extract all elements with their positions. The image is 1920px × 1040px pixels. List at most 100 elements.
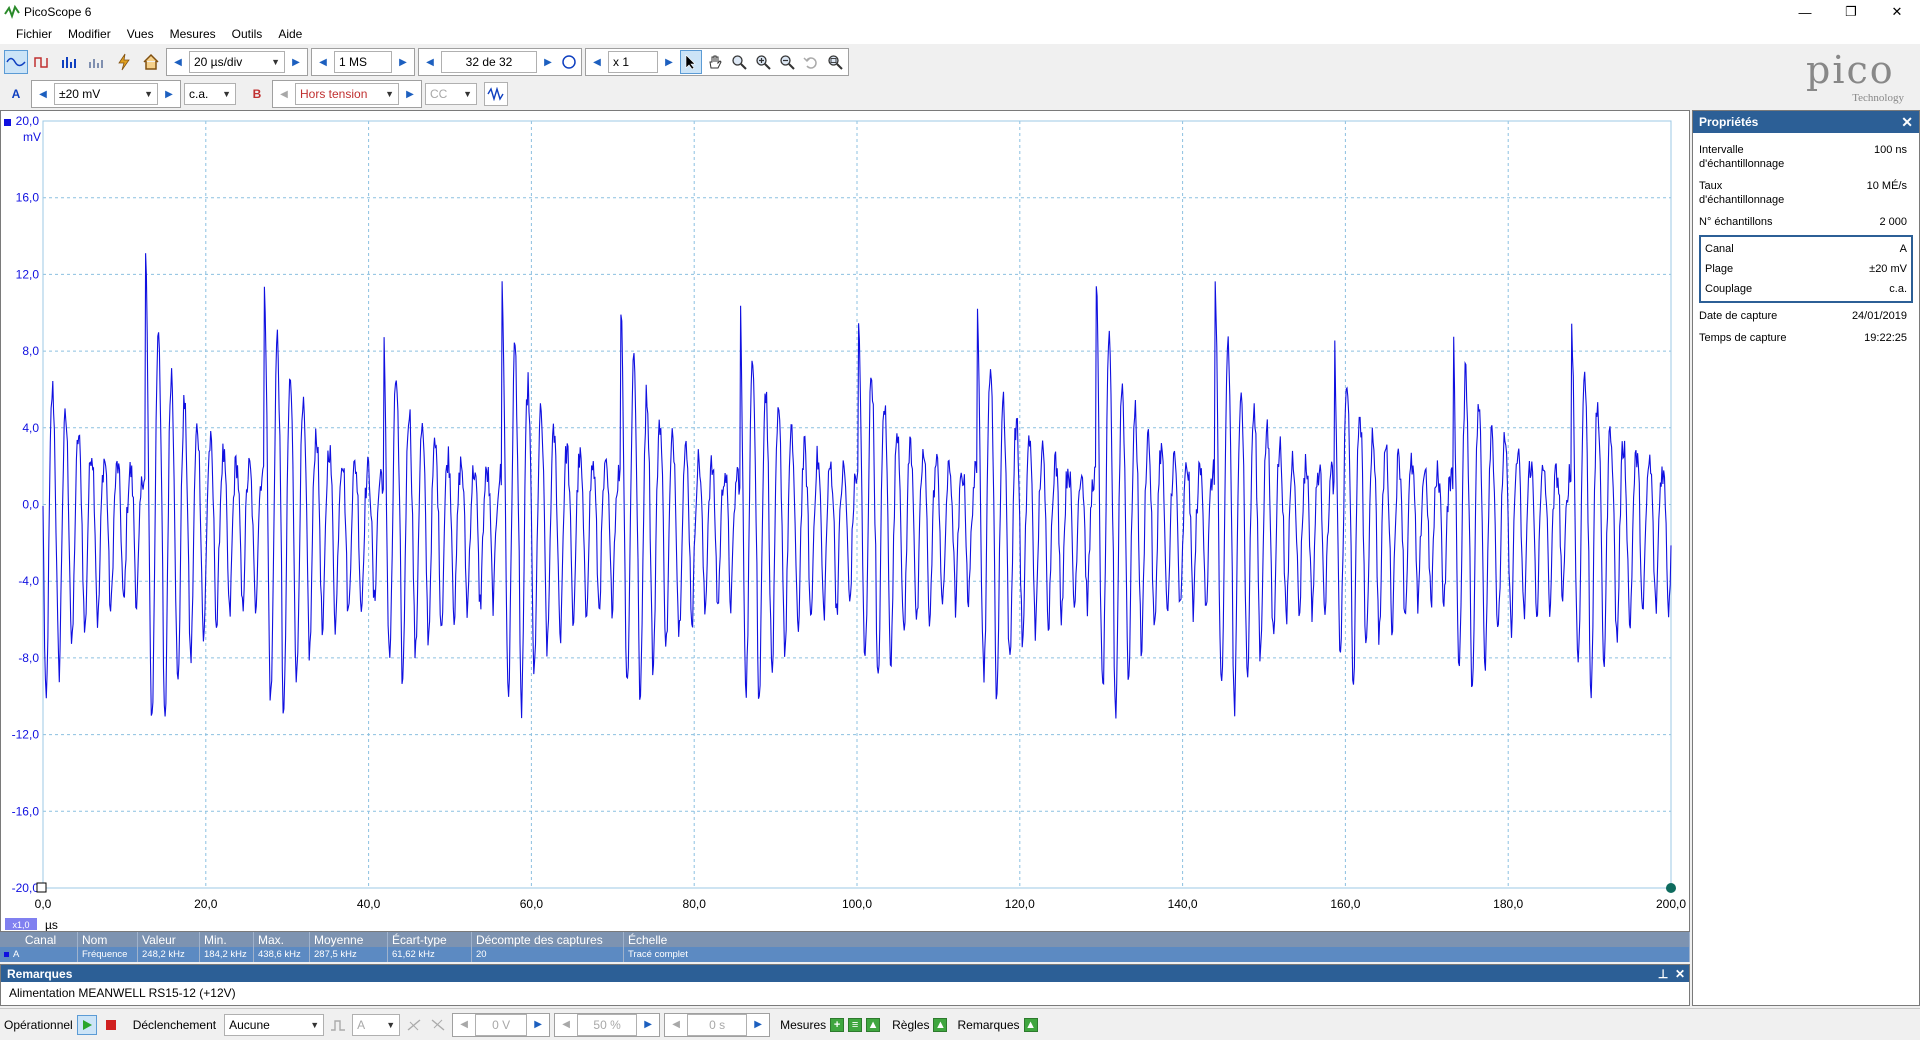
rising-edge-button[interactable] [404,1015,424,1035]
trigger-channel-select[interactable]: A ▼ [352,1013,401,1036]
rulers-toggle-icon[interactable]: ▲ [933,1017,948,1032]
hand-tool-button[interactable] [704,50,726,74]
notes-toggle-icon[interactable]: ▲ [1023,1017,1038,1032]
delay-control: ◀ 0 s ▶ [664,1012,771,1037]
channel-b-label: B [252,87,262,101]
trigger-mode-select[interactable]: Aucune ▼ [224,1013,325,1036]
channel-a-range-control: ◀ ±20 mV ▼ ▶ [31,80,181,108]
prop-sample-interval: Intervalle d'échantillonnage 100 ns [1693,141,1919,173]
persistence-mode-button[interactable] [31,50,55,74]
pointer-tool-button[interactable] [680,50,702,74]
channel-a-button[interactable]: A [4,82,28,106]
menu-aide[interactable]: Aide [270,27,310,41]
range-b-prev-icon[interactable]: ◀ [275,83,293,105]
close-button[interactable]: ✕ [1874,0,1920,24]
add-measurement-icon[interactable]: + [830,1017,845,1032]
buffer-next-icon[interactable]: ▶ [539,51,557,73]
threshold-field[interactable]: 0 V [475,1013,528,1036]
prop-label: Taux d'échantillonnage [1699,180,1785,206]
remarks-text[interactable]: Alimentation MEANWELL RS15-12 (+12V) [1,982,1689,1004]
range-prev-icon[interactable]: ◀ [34,83,52,105]
zoom-overview-button[interactable] [824,50,846,74]
buffer-overview-button[interactable] [559,50,579,74]
zoom-window-button[interactable] [728,50,750,74]
measurements-table[interactable]: Canal Nom Valeur Min. Max. Moyenne Écart… [0,932,1690,962]
x-tick-label: 40,0 [357,897,381,911]
math-channels-button[interactable] [484,82,508,106]
falling-edge-button[interactable] [428,1015,448,1035]
pretrigger-field[interactable]: 50 % [577,1013,638,1036]
channel-b-range-select[interactable]: Hors tension ▼ [295,83,399,105]
serial-icon [89,59,103,68]
channel-b-coupling-select[interactable]: CC ▼ [425,83,477,105]
trigger-advanced-button[interactable] [328,1015,348,1035]
menu-outils[interactable]: Outils [224,27,271,41]
main-toolbar: ◀ 20 µs/div ▼ ▶ ◀ 1 MS ▶ ◀ 32 de 32 ▶ ◀ x… [0,46,1692,78]
prop-value: 19:22:25 [1864,332,1907,344]
channel-a-label: A [11,87,21,101]
scope-view[interactable]: 20,0 16,0 12,0 8,0 4,0 0,0 -4,0 -8,0 -12,0 -16,0 -… [0,110,1690,932]
samples-next-icon[interactable]: ▶ [394,51,412,73]
scope-mode-button[interactable] [4,50,28,74]
threshold-control: ◀ 0 V ▶ [452,1012,551,1037]
threshold-prev-icon[interactable]: ◀ [455,1014,473,1036]
zoom-prev-icon[interactable]: ◀ [588,51,606,73]
serial-mode-button[interactable] [85,50,109,74]
persistence-icon [34,57,48,68]
spectrum-mode-button[interactable] [58,50,82,74]
menu-mesures[interactable]: Mesures [162,27,224,41]
edit-measurement-icon[interactable]: ≡ [848,1017,863,1032]
pin-icon[interactable]: ⊥ [1658,967,1668,981]
close-icon[interactable]: ✕ [1901,114,1913,131]
zoom-in-button[interactable] [752,50,774,74]
remarks-header: Remarques ⊥ ✕ [1,965,1689,982]
delay-prev-icon[interactable]: ◀ [667,1014,685,1036]
stop-button[interactable] [101,1015,121,1035]
timebase-prev-icon[interactable]: ◀ [169,51,187,73]
delay-field[interactable]: 0 s [687,1013,748,1036]
channel-a-range-select[interactable]: ±20 mV ▼ [54,83,158,105]
undo-zoom-button[interactable] [800,50,822,74]
row-echelle: Tracé complet [624,947,1690,962]
menu-fichier[interactable]: Fichier [8,27,60,41]
buffer-field[interactable]: 32 de 32 [441,51,537,73]
range-b-next-icon[interactable]: ▶ [401,83,419,105]
pretrigger-next-icon[interactable]: ▶ [639,1014,657,1036]
buffer-prev-icon[interactable]: ◀ [421,51,439,73]
default-setup-button[interactable] [139,50,163,74]
run-button[interactable] [76,1014,97,1035]
zoom-out-icon [780,55,795,70]
samples-field[interactable]: 1 MS [334,51,392,73]
x-axis: 0,0 20,0 40,0 60,0 80,0 100,0 120,0 140,0 160,0 1… [35,897,1687,911]
delete-measurement-icon[interactable]: ▲ [866,1017,881,1032]
zoom-next-icon[interactable]: ▶ [660,51,678,73]
auto-setup-button[interactable] [112,50,136,74]
pretrigger-prev-icon[interactable]: ◀ [557,1014,575,1036]
y-tick-label: -20,0 [12,881,40,895]
range-next-icon[interactable]: ▶ [160,83,178,105]
prop-coupling: Couplage c.a. [1701,279,1911,299]
x-tick-label: 120,0 [1005,897,1035,911]
timebase-control: ◀ 20 µs/div ▼ ▶ [166,48,308,76]
row-nom: Fréquence [78,947,138,962]
prop-label: Couplage [1705,283,1753,295]
zoom-out-button[interactable] [776,50,798,74]
timebase-next-icon[interactable]: ▶ [287,51,305,73]
table-row[interactable]: A Fréquence 248,2 kHz 184,2 kHz 438,6 kH… [0,947,1690,962]
close-icon[interactable]: ✕ [1675,967,1685,981]
threshold-next-icon[interactable]: ▶ [529,1014,547,1036]
timebase-select[interactable]: 20 µs/div ▼ [189,51,285,73]
channel-b-button[interactable]: B [245,82,269,106]
maximize-button[interactable]: ❐ [1828,0,1874,24]
minimize-button[interactable]: — [1782,0,1828,24]
channel-a-coupling-select[interactable]: c.a. ▼ [184,83,236,105]
menu-vues[interactable]: Vues [119,27,162,41]
samples-prev-icon[interactable]: ◀ [314,51,332,73]
delay-next-icon[interactable]: ▶ [749,1014,767,1036]
oscilloscope-plot[interactable]: 20,0 16,0 12,0 8,0 4,0 0,0 -4,0 -8,0 -12,0 -16,0 -… [1,111,1689,931]
menu-modifier[interactable]: Modifier [60,27,119,41]
x-tick-label: 180,0 [1493,897,1523,911]
zoom-field[interactable]: x 1 [608,51,658,73]
trigger-label: Déclenchement [132,1017,217,1032]
properties-panel: Propriétés ✕ Intervalle d'échantillonnag… [1692,110,1920,1006]
